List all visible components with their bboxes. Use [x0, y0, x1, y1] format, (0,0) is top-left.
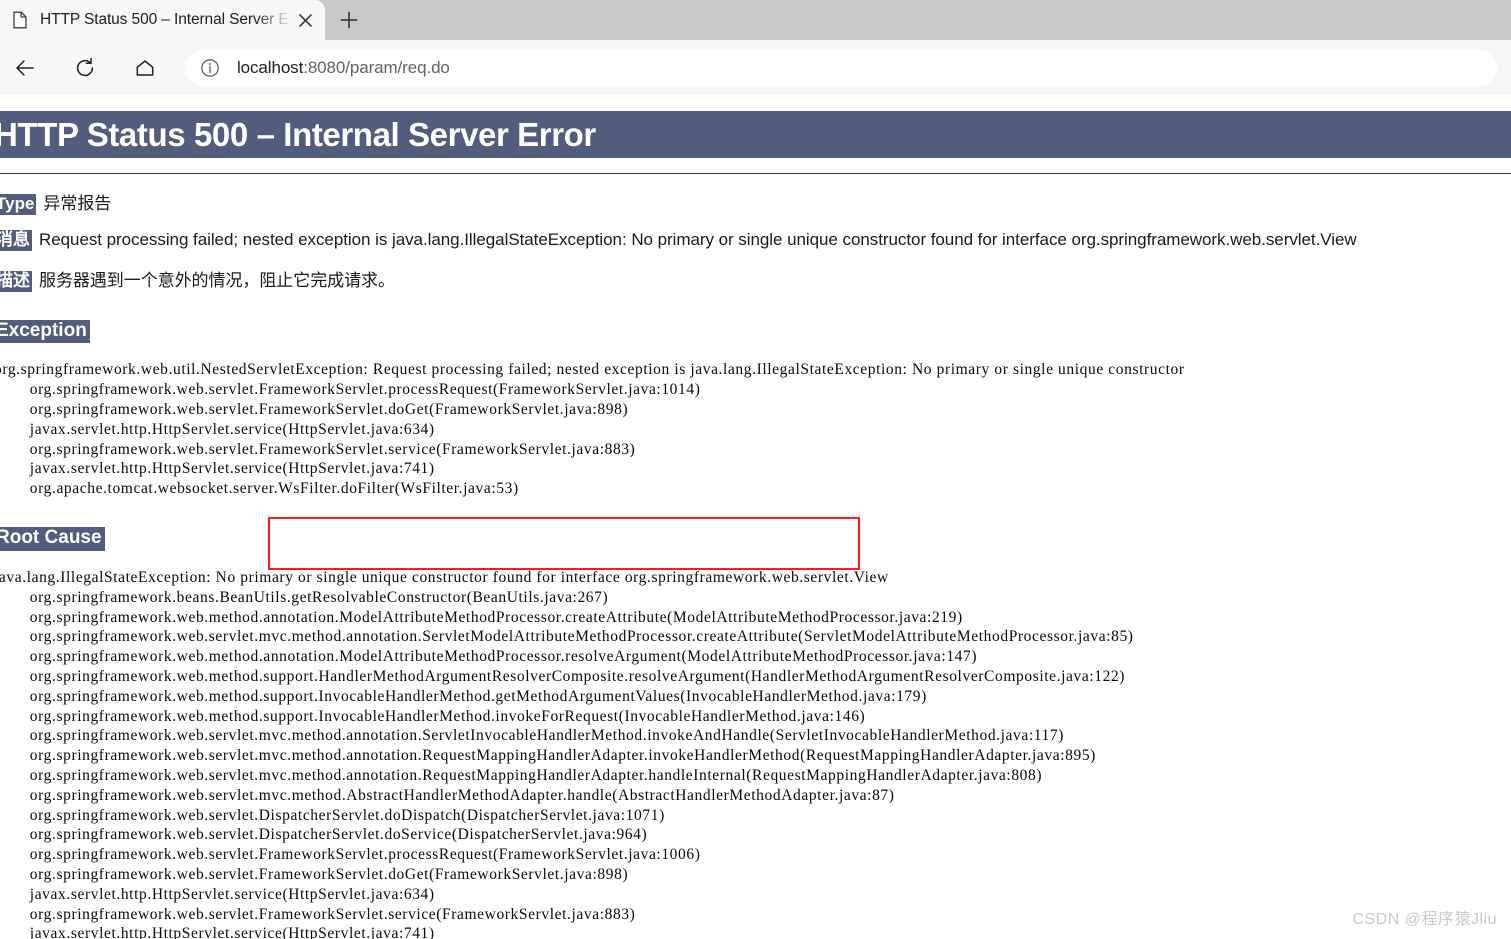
watermark: CSDN @程序猿Jliu: [1352, 911, 1497, 928]
home-button[interactable]: [127, 50, 163, 86]
browser-tab[interactable]: HTTP Status 500 – Internal Server Error: [0, 0, 325, 40]
url-host: localhost: [237, 57, 304, 77]
value-type: 异常报告: [43, 194, 112, 213]
info-icon[interactable]: [199, 57, 221, 79]
info-row-message: 消息 Request processing failed; nested exc…: [0, 229, 1511, 251]
label-type: Type: [0, 194, 37, 215]
close-icon[interactable]: [291, 6, 319, 34]
url-text: localhost:8080/param/req.do: [237, 58, 450, 78]
info-row-description: 描述 服务器遇到一个意外的情况，阻止它完成请求。: [0, 266, 1511, 292]
address-bar[interactable]: localhost:8080/param/req.do: [185, 49, 1497, 86]
error-page: HTTP Status 500 – Internal Server Error …: [0, 95, 1511, 939]
browser-chrome: HTTP Status 500 – Internal Server Error: [0, 0, 1511, 95]
new-tab-button[interactable]: [333, 4, 365, 36]
label-message: 消息: [0, 229, 32, 251]
info-row-type: Type 异常报告: [0, 189, 1511, 215]
divider: [0, 173, 1511, 174]
root-cause-stack-trace: java.lang.IllegalStateException: No prim…: [0, 568, 1134, 939]
arrow-left-icon: [16, 59, 34, 76]
label-description: 描述: [0, 270, 32, 292]
section-heading-root-cause: Root Cause: [0, 527, 1511, 551]
status-banner: HTTP Status 500 – Internal Server Error: [0, 111, 1511, 158]
plus-icon: [340, 11, 358, 29]
url-path: :8080/param/req.do: [303, 57, 450, 77]
reload-icon: [76, 57, 94, 76]
label-root-cause: Root Cause: [0, 527, 105, 551]
browser-toolbar: localhost:8080/param/req.do: [0, 40, 1511, 95]
page-viewport: HTTP Status 500 – Internal Server Error …: [0, 95, 1511, 939]
back-button[interactable]: [7, 50, 43, 86]
exception-stack-trace: org.springframework.web.util.NestedServl…: [0, 361, 1185, 498]
section-heading-exception: Exception: [0, 319, 1511, 344]
page-title: HTTP Status 500 – Internal Server Error: [0, 115, 596, 153]
label-exception: Exception: [0, 319, 90, 344]
home-icon: [136, 59, 154, 76]
value-message: Request processing failed; nested except…: [39, 229, 1357, 249]
page-icon: [12, 11, 28, 29]
tab-strip: HTTP Status 500 – Internal Server Error: [0, 0, 1511, 40]
value-description: 服务器遇到一个意外的情况，阻止它完成请求。: [39, 270, 395, 290]
reload-button[interactable]: [67, 50, 103, 86]
tab-title: HTTP Status 500 – Internal Server Error: [40, 11, 291, 28]
